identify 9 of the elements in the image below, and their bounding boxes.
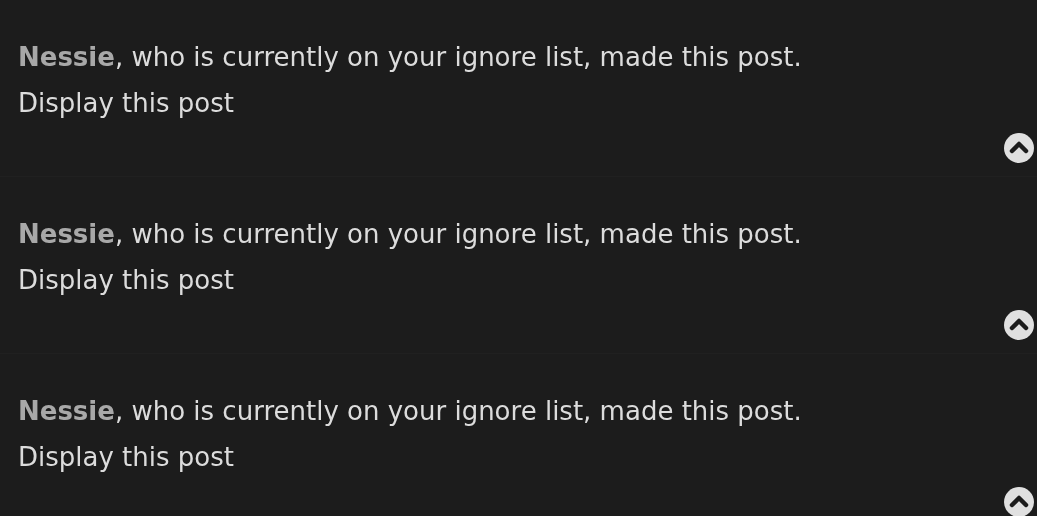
ignored-post-notice: Nessie, who is currently on your ignore list, made this post. xyxy=(18,395,803,428)
display-post-link[interactable]: Display this post xyxy=(18,434,234,480)
scroll-top-icon[interactable] xyxy=(1004,310,1034,340)
ignored-post-notice: Nessie, who is currently on your ignore list, made this post. xyxy=(18,41,803,74)
ignored-post-notice: Nessie, who is currently on your ignore list, made this post. xyxy=(18,218,803,251)
scroll-top-icon[interactable] xyxy=(1004,487,1034,516)
display-post-link[interactable]: Display this post xyxy=(18,80,234,126)
scroll-top-icon[interactable] xyxy=(1004,133,1034,163)
display-post-link[interactable]: Display this post xyxy=(18,257,234,303)
